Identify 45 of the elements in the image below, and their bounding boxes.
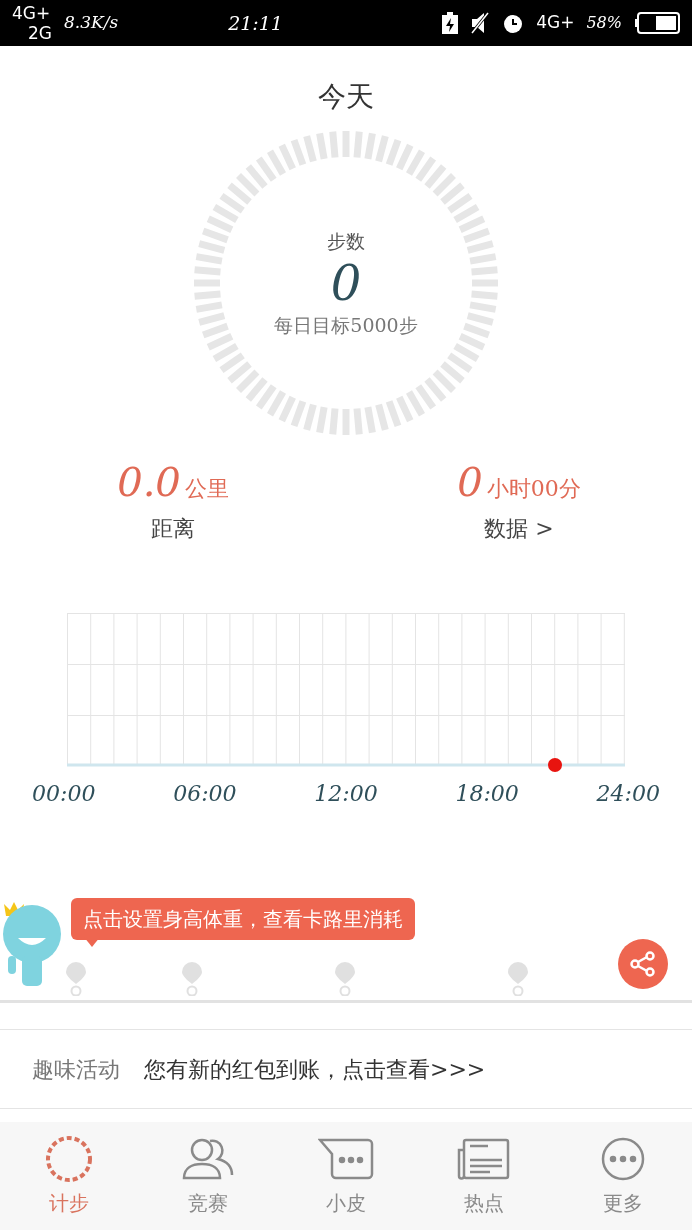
time-label: 18:00 xyxy=(455,780,519,808)
network-label: 4G+ xyxy=(12,3,52,23)
tip-bubble[interactable]: 点击设置身高体重，查看卡路里消耗 xyxy=(71,898,415,940)
page-title: 今天 xyxy=(318,79,374,115)
battery-percent: 58% xyxy=(586,12,622,34)
pin-icon xyxy=(508,962,528,996)
pin-icon xyxy=(182,962,202,996)
clock: 21:11 xyxy=(228,10,283,36)
tab-item[interactable]: 小皮 xyxy=(276,1134,416,1218)
stat-unit: 小时00分 xyxy=(486,475,581,503)
share-button[interactable] xyxy=(618,939,668,989)
more-icon xyxy=(599,1136,646,1182)
dashed-circle-icon xyxy=(45,1135,94,1183)
network-label: 4G+ xyxy=(536,11,575,35)
current-time-dot xyxy=(548,758,562,772)
time-label: 12:00 xyxy=(314,780,378,808)
stat-value: 0 xyxy=(457,458,483,507)
network-label: 2G xyxy=(27,23,52,43)
bubble-pointer xyxy=(84,937,100,947)
tab-item[interactable]: 热点 xyxy=(415,1134,554,1218)
activity-banner[interactable]: 趣味活动 您有新的红包到账，点击查看>>> xyxy=(0,1029,692,1109)
battery-charging-icon xyxy=(442,12,459,34)
pin-icon xyxy=(335,962,355,996)
chat-bubble-icon xyxy=(318,1136,374,1182)
tab-item[interactable]: 计步 xyxy=(0,1134,139,1218)
alarm-icon xyxy=(502,12,525,34)
activity-label: 趣味活动 xyxy=(32,1055,120,1084)
share-icon xyxy=(629,950,657,978)
daily-goal: 每日目标5000步 xyxy=(274,313,418,338)
pin-icon xyxy=(66,962,86,996)
stat-label: 距离 xyxy=(151,515,195,543)
stat-unit: 公里 xyxy=(184,475,229,503)
steps-label: 步数 xyxy=(327,228,365,254)
activity-message: 您有新的红包到账，点击查看>>> xyxy=(144,1055,486,1084)
tab-item[interactable]: 更多 xyxy=(553,1134,692,1218)
stat-value: 0.0 xyxy=(117,458,181,507)
time-label: 00:00 xyxy=(32,780,96,808)
tab-item[interactable]: 竞赛 xyxy=(138,1134,277,1218)
step-count: 0 xyxy=(330,255,362,311)
time-label: 06:00 xyxy=(173,780,237,808)
data-link[interactable]: 数据 > xyxy=(484,512,554,545)
network-speed: 8.3K/s xyxy=(64,11,119,35)
time-label: 24:00 xyxy=(596,780,660,808)
battery-icon xyxy=(634,12,680,34)
mute-icon xyxy=(470,12,491,34)
